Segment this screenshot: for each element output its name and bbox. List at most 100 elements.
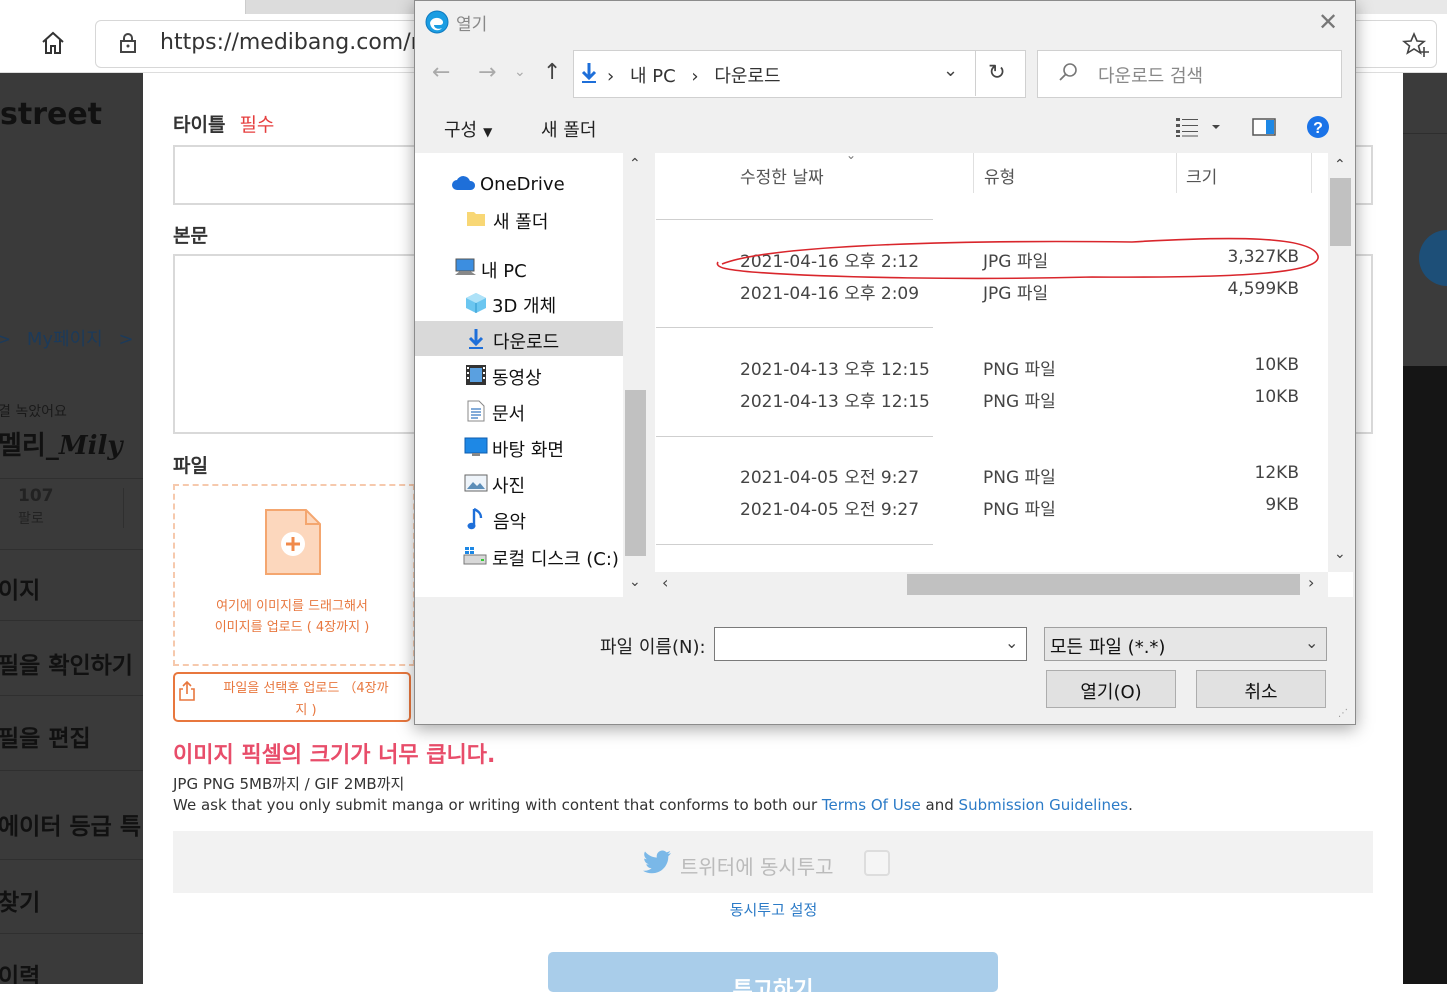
cube-icon bbox=[465, 292, 487, 318]
scroll-down-icon[interactable]: ⌄ bbox=[1334, 546, 1346, 562]
followers-label: 팔로 bbox=[18, 511, 44, 527]
filename-dropdown-icon[interactable]: ⌄ bbox=[1005, 633, 1018, 652]
nav-item-onedrive[interactable]: OneDrive bbox=[480, 174, 565, 195]
add-favorite-icon[interactable] bbox=[1401, 31, 1430, 58]
lock-icon[interactable] bbox=[118, 32, 138, 54]
nav-item-downloads[interactable]: 다운로드 bbox=[493, 328, 559, 354]
column-date-modified[interactable]: 수정한 날짜 bbox=[740, 163, 824, 188]
music-icon bbox=[467, 507, 485, 535]
sort-indicator-icon: ⌄ bbox=[846, 148, 857, 162]
home-icon[interactable] bbox=[40, 30, 66, 56]
horizontal-scrollbar-thumb[interactable] bbox=[907, 574, 1300, 595]
file-date: 2021-04-13 오후 12:15 bbox=[740, 392, 930, 412]
file-type: PNG 파일 bbox=[983, 360, 1056, 380]
submit-button[interactable]: 투고하기 bbox=[548, 952, 998, 1003]
format-note: JPG PNG 5MB까지 / GIF 2MB까지 bbox=[173, 775, 405, 793]
column-divider[interactable] bbox=[1311, 153, 1312, 193]
open-button[interactable]: 열기(O) bbox=[1046, 670, 1176, 708]
scroll-right-icon[interactable]: › bbox=[1308, 573, 1314, 592]
path-segment[interactable]: 내 PC bbox=[630, 66, 676, 87]
menu-item[interactable]: 이지 bbox=[0, 571, 40, 605]
view-options-icon[interactable] bbox=[1176, 116, 1226, 142]
nav-item-music[interactable]: 음악 bbox=[493, 508, 526, 534]
upload-line: 파일을 선택후 업로드 （4장까 bbox=[223, 681, 389, 696]
column-size[interactable]: 크기 bbox=[1186, 163, 1217, 188]
filename-input[interactable] bbox=[714, 627, 1027, 661]
nav-item-3d-objects[interactable]: 3D 개체 bbox=[492, 292, 556, 318]
menu-item[interactable]: 에이터 등급 특 bbox=[0, 807, 141, 841]
url-text[interactable]: https://medibang.com/r bbox=[160, 30, 420, 55]
resize-grip-icon[interactable]: ⋰ bbox=[1338, 708, 1348, 719]
path-dropdown-icon[interactable]: ⌄ bbox=[943, 60, 958, 81]
nav-item-this-pc[interactable]: 내 PC bbox=[481, 257, 527, 283]
forward-arrow-icon[interactable]: → bbox=[478, 60, 496, 85]
filetype-value: 모든 파일 (*.*) bbox=[1050, 637, 1166, 658]
preview-pane-icon[interactable] bbox=[1252, 117, 1276, 141]
file-row[interactable]: 2021-04-05 오전 9:27 PNG 파일 9KB bbox=[655, 495, 1327, 521]
refresh-icon[interactable]: ↻ bbox=[988, 60, 1006, 84]
file-row[interactable]: 2021-04-05 오전 9:27 PNG 파일 12KB bbox=[655, 463, 1327, 489]
document-icon bbox=[466, 400, 486, 426]
back-arrow-icon[interactable]: ← bbox=[432, 60, 450, 85]
folder-icon bbox=[466, 208, 486, 232]
column-divider[interactable] bbox=[1176, 153, 1177, 193]
filetype-dropdown-icon[interactable]: ⌄ bbox=[1305, 633, 1318, 652]
nav-item-pictures[interactable]: 사진 bbox=[492, 472, 525, 498]
breadcrumb: › 내 PC › 다운로드 bbox=[607, 62, 781, 88]
browser-tab[interactable] bbox=[246, 0, 416, 14]
nav-scrollbar-thumb[interactable] bbox=[625, 390, 646, 556]
new-folder-button[interactable]: 새 폴더 bbox=[541, 116, 596, 142]
title-label: 타이틀 bbox=[173, 114, 226, 136]
twitter-share-checkbox[interactable] bbox=[864, 850, 890, 876]
up-arrow-icon[interactable]: ↑ bbox=[543, 60, 561, 85]
menu-item[interactable]: 필을 편집 bbox=[0, 719, 91, 753]
menu-item[interactable]: 필을 확인하기 bbox=[0, 646, 133, 680]
file-row[interactable]: 2021-04-13 오후 12:15 PNG 파일 10KB bbox=[655, 355, 1327, 381]
nav-item-local-disk[interactable]: 로컬 디스크 (C:) bbox=[492, 545, 619, 571]
breadcrumb-mypage[interactable]: My페이지 bbox=[27, 329, 103, 350]
close-icon[interactable]: ✕ bbox=[1316, 8, 1340, 36]
dropzone-line: 이미지를 업로드 ( 4장까지 ) bbox=[214, 620, 370, 635]
picture-icon bbox=[464, 473, 488, 497]
group-divider bbox=[656, 327, 933, 328]
submit-label: 투고하기 bbox=[732, 978, 814, 1003]
terms-link[interactable]: Terms Of Use bbox=[822, 796, 921, 814]
scroll-down-icon[interactable]: ⌄ bbox=[629, 574, 641, 590]
floating-button[interactable] bbox=[1419, 230, 1447, 286]
followers-count[interactable]: 107 bbox=[18, 486, 54, 506]
dropzone-line: 여기에 이미지를 드래그해서 bbox=[216, 599, 368, 614]
path-sep-icon: › bbox=[691, 66, 699, 87]
desktop-icon bbox=[464, 437, 488, 461]
organize-button[interactable]: 구성 ▼ bbox=[444, 116, 492, 142]
brand-fragment: street bbox=[0, 97, 103, 132]
recent-dropdown-icon[interactable]: ⌄ bbox=[514, 64, 526, 80]
scroll-left-icon[interactable]: ‹ bbox=[662, 573, 668, 592]
video-icon bbox=[465, 364, 487, 390]
scroll-up-icon[interactable]: ⌃ bbox=[1334, 157, 1346, 173]
browser-tab-active[interactable] bbox=[0, 0, 246, 14]
menu-item[interactable]: 이력 bbox=[0, 957, 40, 984]
cancel-button[interactable]: 취소 bbox=[1196, 670, 1326, 708]
path-segment[interactable]: 다운로드 bbox=[714, 66, 780, 87]
upload-label: 파일을 선택후 업로드 （4장까 지 ) bbox=[200, 678, 412, 722]
twitter-settings-link[interactable]: 동시투고 설정 bbox=[0, 899, 1447, 920]
file-list-scrollbar-thumb[interactable] bbox=[1330, 178, 1351, 246]
column-type[interactable]: 유형 bbox=[984, 163, 1015, 188]
file-size: 10KB bbox=[1254, 355, 1299, 375]
note-text: We ask that you only submit manga or wri… bbox=[173, 796, 818, 814]
file-row[interactable]: 2021-04-13 오후 12:15 PNG 파일 10KB bbox=[655, 387, 1327, 413]
column-divider[interactable] bbox=[973, 153, 974, 193]
scroll-up-icon[interactable]: ⌃ bbox=[629, 156, 641, 172]
dark-panel bbox=[1403, 366, 1447, 984]
help-icon[interactable]: ? bbox=[1306, 115, 1330, 143]
breadcrumb-sep: > bbox=[118, 329, 134, 350]
nav-item-new-folder[interactable]: 새 폴더 bbox=[493, 208, 548, 234]
add-file-icon bbox=[262, 508, 324, 582]
dropzone-text: 여기에 이미지를 드래그해서 이미지를 업로드 ( 4장까지 ) bbox=[180, 596, 404, 638]
file-type: PNG 파일 bbox=[983, 500, 1056, 520]
nav-item-desktop[interactable]: 바탕 화면 bbox=[492, 436, 564, 462]
guidelines-link[interactable]: Submission Guidelines bbox=[959, 796, 1129, 814]
computer-icon bbox=[454, 257, 478, 281]
nav-item-documents[interactable]: 문서 bbox=[492, 400, 525, 426]
nav-item-videos[interactable]: 동영상 bbox=[492, 364, 542, 390]
